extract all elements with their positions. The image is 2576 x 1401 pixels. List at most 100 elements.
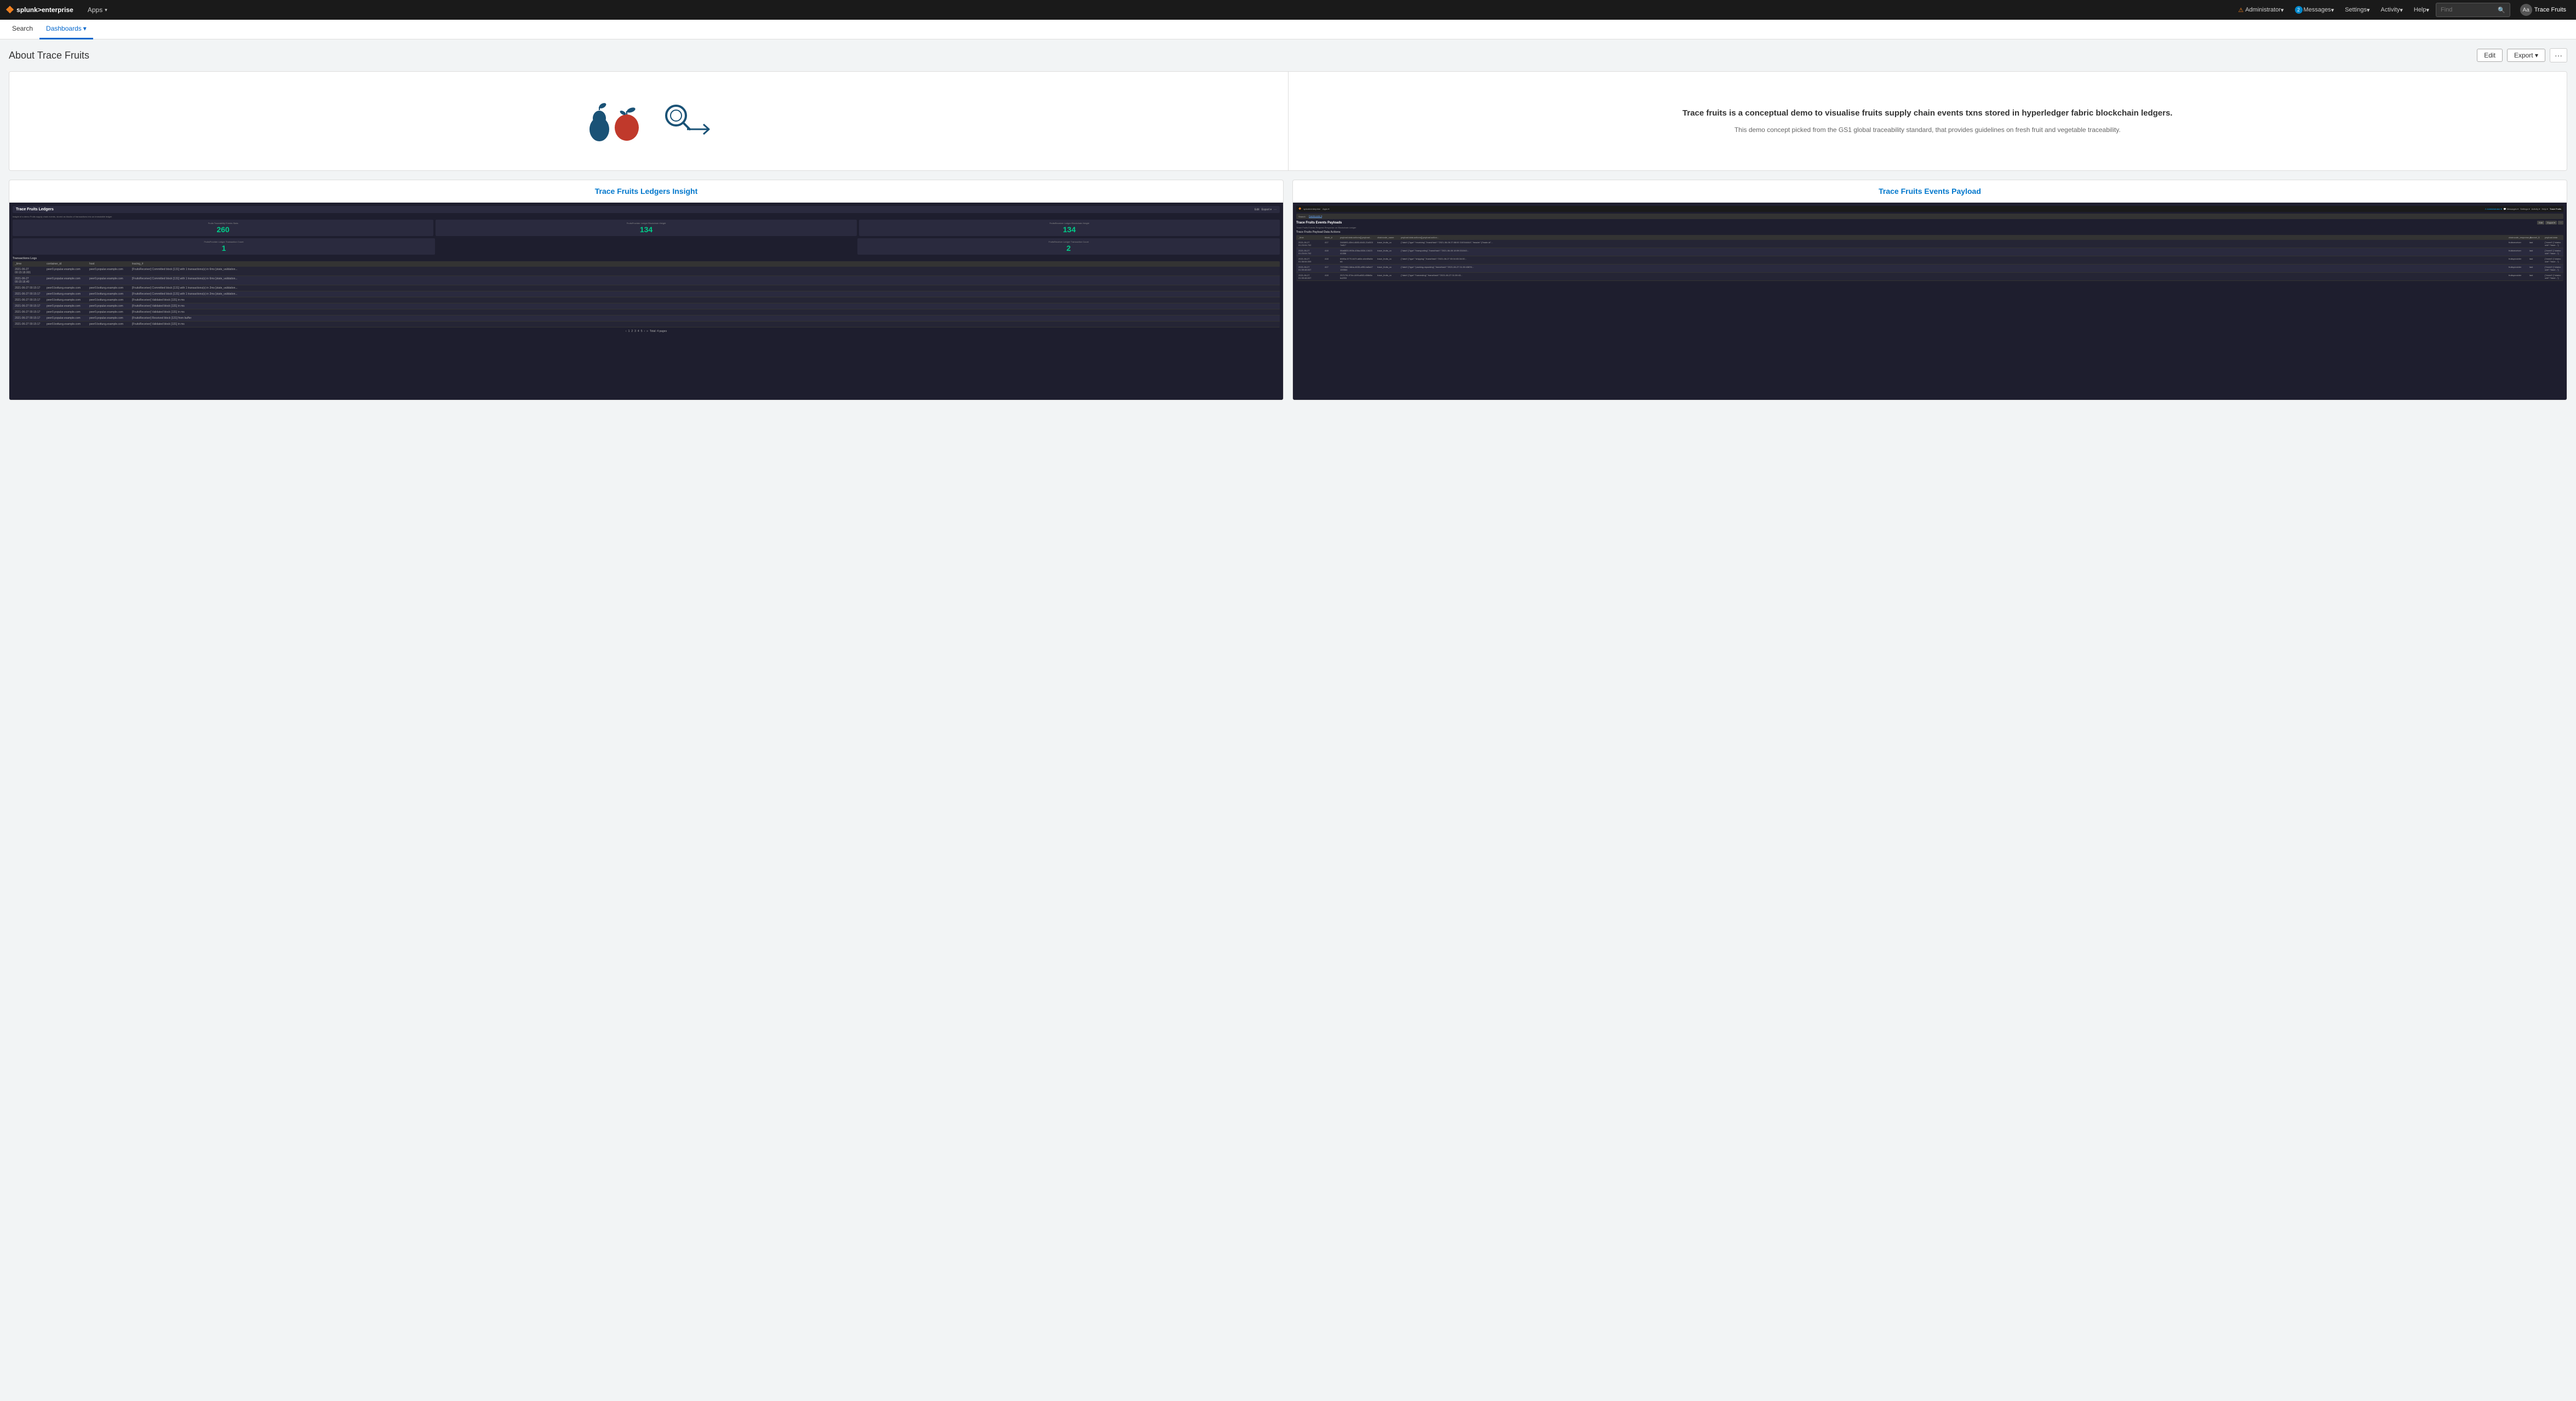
table-row: 2021-06-27 01:39:48.537 418 25717f4-974e… [1296,273,2563,281]
mini-td-channel: last [2529,241,2540,244]
ledgers-insight-title: Trace Fruits Ledgers Insight [9,180,1283,203]
global-search-box[interactable]: 🔍 [2436,3,2510,17]
mini-ph-response: chaincode_response_$ [2509,236,2525,239]
mini-td-container: peer0.bottung.example.com [47,286,85,290]
mini-splunk-right: ⚠ Administrator ▾ 💬 Messages ▾ Settings … [2485,208,2561,210]
mini-td-key: 25717f4-974e-449f-a863-d06b8abd2f33 [1340,274,1373,279]
mini-tx-row: FruitsProvider Ledger Transaction Count … [13,238,1280,255]
trace-arrow-icon [660,99,714,143]
page-title: About Trace Fruits [9,50,89,61]
mini-splunk-left: ❖ splunk›enterprise Apps ▾ [1298,207,1329,211]
mini-td-tracing: [FruitsReceiver] Committed block [131] w… [132,277,1278,280]
mini-ph-chaincode: chaincode_name [1377,236,1396,239]
table-row: 2021-06-27 01:39:48.537 417 7370384-3dba… [1296,265,2563,273]
mini-td-block: 418 [1325,257,1336,260]
more-options-button[interactable]: ··· [2550,48,2567,62]
mini-td-host: peer0.bottung.example.com [89,286,128,290]
dashboard-cards: Trace Fruits Ledgers Insight Trace Fruit… [9,180,2567,400]
table-row: 2021-06-27 00:15:17 peer0.popular.exampl… [13,315,1280,321]
administrator-menu[interactable]: ⚠ Administrator ▾ [2234,0,2288,20]
mini-payload-table: _time block_# payload.data.actions[].pay… [1296,235,2563,281]
export-button[interactable]: Export ▾ [2507,49,2545,62]
mini-tx-0: FruitsProvider Ledger Transaction Count … [13,238,435,255]
mini-td-key: 06a6833-993b-436a-6534-1342341356 [1340,249,1373,255]
mini-ph-data: payload.data [2545,236,2561,239]
activity-menu[interactable]: Activity ▾ [2377,0,2407,20]
mini-dash-title: Trace Fruits Ledgers [16,208,54,211]
events-payload-card: Trace Fruits Events Payload ❖ splunk›ent… [1292,180,2567,400]
mini-td-container: peer0.bottung.example.com [47,323,85,326]
search-icon[interactable]: 🔍 [2498,7,2505,14]
mini-td-data: {"event":{"chaincode":"trace..."} [2545,249,2561,255]
mini-td-response: fruitsprovider [2509,274,2525,277]
mini-tx-0-value: 1 [15,244,433,252]
mini-payload-actions: Edit Export ▾ ··· [2537,221,2563,225]
hero-right: Trace fruits is a conceptual demo to vis… [1289,72,2567,170]
settings-menu[interactable]: Settings ▾ [2340,0,2374,20]
mini-td-response: fruitsreceiver [2509,249,2525,252]
page-1: 1 [628,330,630,333]
mini-td-key: 6f4f0a-5770-647f-a66e-d4e69a5eb6 [1340,257,1373,263]
avatar: Aa [2520,4,2532,16]
mini-td-payload: {"data":{"type":"harvesting","transHash"… [1401,274,2504,277]
splunk-logo-icon: ❖ [5,4,14,16]
mini-td-container: peer0.popular.example.com [47,305,85,308]
events-payload-content: ❖ splunk›enterprise Apps ▾ ⚠ Administrat… [1293,203,2567,400]
top-navigation: ❖ splunk>enterprise Apps ▾ ⚠ Administrat… [0,0,2576,20]
table-row: 2021-06-27 01:36:54.009 418 6f4f0a-5770-… [1296,256,2563,265]
mini-td-payload: {"data":{"type":"transporting","transHas… [1401,249,2504,252]
page-actions: Edit Export ▾ ··· [2477,48,2567,62]
administrator-label: Administrator [2245,7,2281,13]
mini-metric-2-value: 134 [861,225,1278,234]
mini-sub-label: Insight of a demo Fruits supply chain ev… [13,215,1280,218]
messages-badge: 2 [2295,6,2303,14]
mini-td-chaincode: trace_fruits_cc [1377,266,1396,268]
mini-metric-2: FruitsReceiver Ledger Blockchain Height … [859,220,1280,236]
mini-td-response: fruitsprovider [2509,266,2525,268]
user-profile[interactable]: Aa Trace Fruits [2516,0,2571,20]
mini-export-action: Export ▾ [2545,221,2557,225]
apps-chevron-icon: ▾ [105,7,107,13]
hero-section: Trace fruits is a conceptual demo to vis… [9,71,2567,171]
table-row: 2021-06-27 00:15:17 peer0.bottung.exampl… [13,297,1280,303]
mini-metric-0-label: Fruits Traceability Events Stats [208,222,238,225]
mini-admin-badge: ⚠ Administrator ▾ [2485,208,2501,210]
mini-payload-subtitle: Trace Fruits Events Request Response on … [1296,226,2563,229]
mini-payload-page-header: Trace Fruits Events Payloads Edit Export… [1296,221,2563,225]
mini-dash-header: Trace Fruits Ledgers Edit Export ▾ ··· [13,206,1280,213]
global-search-input[interactable] [2441,7,2495,13]
dashboards-tab-label: Dashboards [46,25,82,32]
messages-menu[interactable]: 2 Messages ▾ [2291,0,2339,20]
mini-more-action: ··· [2558,221,2563,225]
mini-enterprise-label: splunk›enterprise [1303,208,1320,210]
mini-messages-label: 💬 Messages ▾ [2504,208,2518,210]
mini-td-container: peer0.popular.example.com [47,277,85,280]
mini-td-channel: last [2529,249,2540,252]
mini-more-btn: ··· [1274,208,1276,211]
mini-td-time: 2021-06-27 00:15:17 [15,317,42,320]
mini-tx-1-value: 2 [860,244,1278,252]
page-3: 3 [634,330,636,333]
mini-td-time: 2021-06-27 00:15:17 [15,286,42,290]
mini-help-label: Help ▾ [2541,208,2548,210]
mini-payload-table-title: Trace Fruits Payload Data Actions [1296,231,2563,234]
apps-menu[interactable]: Apps ▾ [82,0,113,20]
mini-td-container: peer0.popular.example.com [47,317,85,320]
mini-td-time: 2021-06-27 00:15:17 [15,298,42,302]
mini-edit-btn: Edit [1255,208,1260,211]
dashboards-tab[interactable]: Dashboards ▾ [39,20,93,39]
help-menu[interactable]: Help ▾ [2409,0,2434,20]
mini-td-chaincode: trace_fruits_cc [1377,241,1396,244]
mini-td-tracing: [FruitsReceiver] Validated block [131] i… [132,298,1278,302]
second-navigation: Search Dashboards ▾ [0,20,2576,39]
app-logo[interactable]: ❖ splunk>enterprise [5,4,73,16]
edit-button[interactable]: Edit [2477,49,2503,62]
mini-td-response: fruitsprovider [2509,257,2525,260]
table-row: 2021-06-27 00:15:17 peer0.bottung.exampl… [13,321,1280,328]
mini-metrics-row: Fruits Traceability Events Stats 260 Fru… [13,220,1280,236]
search-tab[interactable]: Search [5,20,39,39]
mini-td-host: peer0.popular.example.com [89,268,128,271]
mini-tx-1-label: FruitsReceiver Ledger Transaction Count [1049,240,1089,243]
mini-table-header: _time container_id host tracing_# [13,261,1280,267]
table-row: 2021-06-27 00:15:18.001 peer0.popular.ex… [13,267,1280,276]
